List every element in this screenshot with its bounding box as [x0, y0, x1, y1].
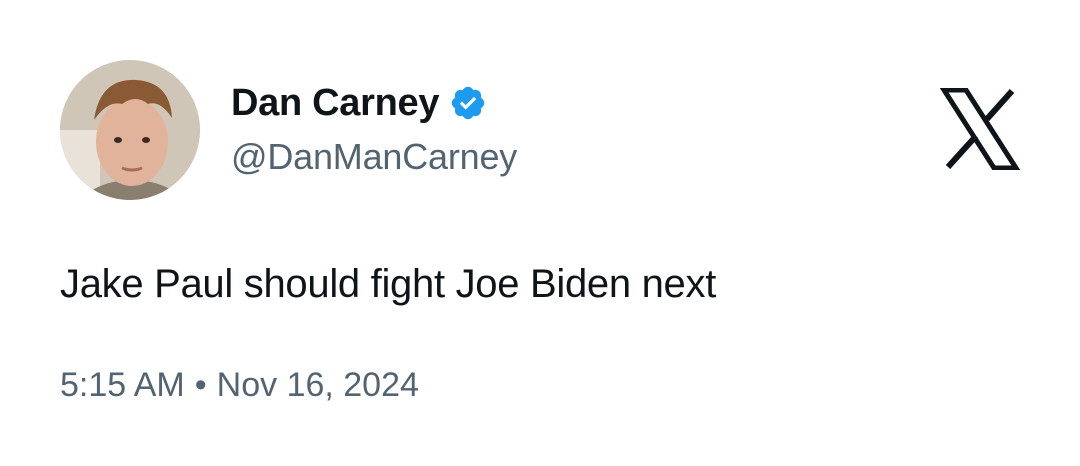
avatar-photo — [60, 60, 200, 200]
author-info: Dan Carney @DanManCarney — [231, 78, 517, 178]
handle[interactable]: @DanManCarney — [231, 136, 517, 178]
name-row: Dan Carney — [231, 78, 517, 128]
tweet-card: Dan Carney @DanManCarney Jake Paul shoul… — [0, 0, 1080, 466]
tweet-date[interactable]: Nov 16, 2024 — [217, 366, 419, 404]
verified-badge-icon — [449, 84, 487, 122]
x-logo-icon[interactable] — [939, 87, 1021, 171]
tweet-text: Jake Paul should fight Joe Biden next — [60, 262, 717, 306]
meta-separator: • — [194, 366, 207, 404]
avatar[interactable] — [60, 60, 200, 200]
tweet-meta: 5:15 AM • Nov 16, 2024 — [60, 366, 419, 405]
tweet-time[interactable]: 5:15 AM — [60, 366, 185, 404]
display-name[interactable]: Dan Carney — [231, 82, 440, 125]
